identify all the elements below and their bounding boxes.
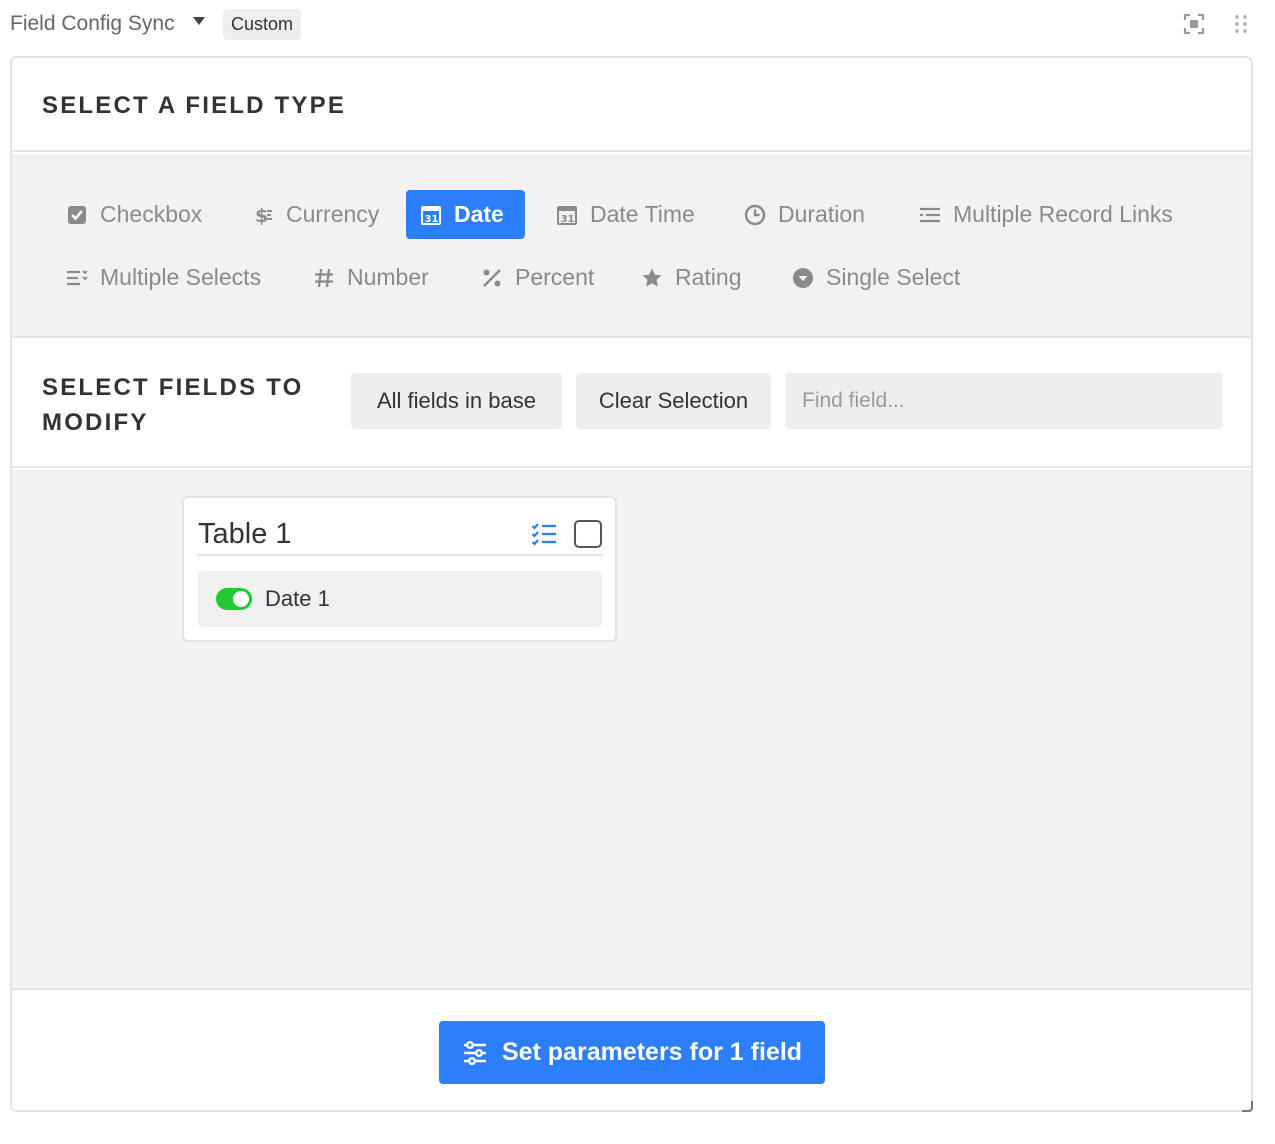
svg-text:$: $ bbox=[255, 205, 268, 226]
clock-icon bbox=[744, 204, 766, 226]
expand-icon[interactable] bbox=[1182, 12, 1206, 36]
checkbox-icon bbox=[66, 204, 88, 226]
hash-icon bbox=[313, 267, 335, 289]
type-rating[interactable]: Rating bbox=[627, 253, 755, 302]
type-date-time[interactable]: 31 Date Time bbox=[542, 190, 709, 239]
type-multiple-record-links[interactable]: Multiple Record Links bbox=[905, 190, 1187, 239]
type-label: Percent bbox=[515, 264, 595, 290]
calendar-icon: 31 bbox=[420, 204, 442, 226]
percent-icon bbox=[481, 267, 503, 289]
custom-badge: Custom bbox=[223, 9, 302, 40]
app-name[interactable]: Field Config Sync bbox=[10, 12, 175, 36]
type-label: Duration bbox=[778, 201, 865, 227]
table-name: Table 1 bbox=[198, 518, 292, 550]
field-config-panel: SELECT A FIELD TYPE Checkbox $ Currency … bbox=[10, 56, 1253, 1112]
divider bbox=[198, 554, 602, 556]
record-links-icon bbox=[919, 204, 941, 226]
type-number[interactable]: Number bbox=[299, 253, 443, 302]
type-date[interactable]: 31 Date bbox=[406, 190, 525, 239]
table-select-checkbox[interactable] bbox=[574, 520, 602, 548]
footer: Set parameters for 1 field bbox=[12, 992, 1251, 1110]
multiple-selects-icon bbox=[66, 267, 88, 289]
type-label: Date Time bbox=[590, 201, 695, 227]
section-title: SELECT FIELDS TO MODIFY bbox=[42, 374, 304, 436]
type-label: Multiple Selects bbox=[100, 264, 262, 290]
type-duration[interactable]: Duration bbox=[730, 190, 879, 239]
section-title: SELECT A FIELD TYPE bbox=[42, 92, 347, 119]
drag-handle-icon[interactable] bbox=[1230, 12, 1254, 36]
type-label: Checkbox bbox=[100, 201, 203, 227]
star-icon bbox=[641, 267, 663, 289]
field-toggle[interactable] bbox=[216, 588, 252, 610]
type-percent[interactable]: Percent bbox=[467, 253, 608, 302]
type-currency[interactable]: $ Currency bbox=[238, 190, 393, 239]
field-type-list: Checkbox $ Currency 31 Date 31 Date Time… bbox=[12, 154, 1251, 338]
type-label: Single Select bbox=[826, 264, 961, 290]
calendar-icon: 31 bbox=[556, 204, 578, 226]
type-single-select[interactable]: Single Select bbox=[778, 253, 974, 302]
all-fields-button[interactable]: All fields in base bbox=[351, 373, 562, 429]
sliders-icon bbox=[462, 1040, 488, 1066]
single-select-icon bbox=[792, 267, 814, 289]
field-row[interactable]: Date 1 bbox=[198, 571, 602, 627]
fields-header: SELECT FIELDS TO MODIFY All fields in ba… bbox=[12, 340, 1251, 468]
type-label: Rating bbox=[675, 264, 742, 290]
set-parameters-button[interactable]: Set parameters for 1 field bbox=[439, 1021, 825, 1084]
table-card: Table 1 Date 1 bbox=[182, 496, 617, 642]
type-label: Date bbox=[454, 201, 504, 227]
type-label: Number bbox=[347, 264, 429, 290]
chevron-down-icon[interactable] bbox=[193, 17, 205, 25]
type-checkbox[interactable]: Checkbox bbox=[52, 190, 216, 239]
resize-handle-icon[interactable] bbox=[1240, 1099, 1254, 1113]
field-type-header: SELECT A FIELD TYPE bbox=[12, 58, 1251, 152]
field-name: Date 1 bbox=[265, 586, 330, 611]
checklist-icon[interactable] bbox=[531, 522, 557, 546]
type-label: Multiple Record Links bbox=[953, 201, 1173, 227]
clear-selection-button[interactable]: Clear Selection bbox=[576, 373, 771, 429]
top-bar: Field Config Sync Custom bbox=[0, 0, 1275, 50]
type-multiple-selects[interactable]: Multiple Selects bbox=[52, 253, 275, 302]
set-parameters-label: Set parameters for 1 field bbox=[501, 1038, 803, 1066]
svg-text:31: 31 bbox=[425, 214, 439, 225]
type-label: Currency bbox=[286, 201, 380, 227]
find-field-input[interactable] bbox=[785, 373, 1223, 429]
currency-icon: $ bbox=[252, 204, 274, 226]
table-list: Table 1 Date 1 bbox=[12, 470, 1251, 990]
svg-text:31: 31 bbox=[561, 214, 575, 225]
